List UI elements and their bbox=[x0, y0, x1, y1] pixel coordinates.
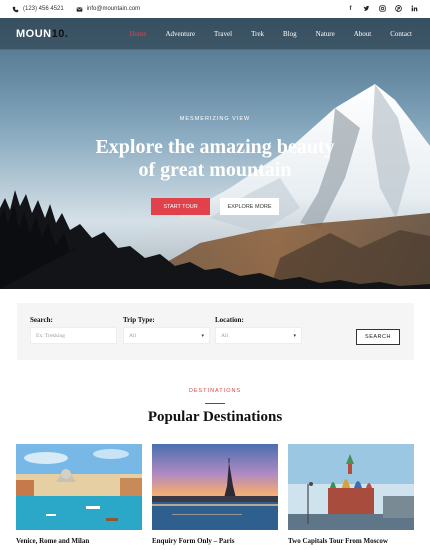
nav-item-blog[interactable]: Blog bbox=[283, 30, 297, 38]
section-divider bbox=[205, 403, 225, 404]
explore-more-button[interactable]: EXPLORE MORE bbox=[220, 198, 279, 215]
moscow-image[interactable] bbox=[288, 444, 414, 530]
card-title[interactable]: Enquiry Form Only – Paris bbox=[152, 537, 278, 545]
hero-title-line-2: of great mountain bbox=[138, 159, 292, 181]
nav-item-nature[interactable]: Nature bbox=[316, 30, 335, 38]
search-button[interactable]: SEARCH bbox=[356, 329, 400, 345]
mail-icon bbox=[76, 6, 83, 12]
card-title[interactable]: Two Capitals Tour From Moscow bbox=[288, 537, 414, 545]
nav-item-travel[interactable]: Travel bbox=[214, 30, 232, 38]
hero-section: MOUN10. Home Adventure Travel Trek Blog … bbox=[0, 18, 430, 289]
search-field-group: Search: Ex: Trekking bbox=[30, 316, 117, 344]
nav-item-trek[interactable]: Trek bbox=[251, 30, 264, 38]
search-label: Search: bbox=[30, 316, 53, 324]
social-links: f bbox=[347, 4, 418, 14]
chevron-down-icon: ▾ bbox=[201, 333, 204, 339]
email-contact[interactable]: info@mountain.com bbox=[76, 6, 140, 13]
location-label: Location: bbox=[215, 316, 244, 324]
site-logo[interactable]: MOUN10. bbox=[16, 28, 68, 40]
hero-buttons: START TOUR EXPLORE MORE bbox=[0, 198, 430, 215]
phone-contact[interactable]: (123) 456 4521 bbox=[12, 6, 64, 13]
search-input[interactable]: Ex: Trekking bbox=[30, 327, 117, 344]
nav-item-home[interactable]: Home bbox=[129, 30, 146, 38]
destination-card[interactable]: Two Capitals Tour From Moscow bbox=[288, 444, 414, 545]
destination-card[interactable]: Venice, Rome and Milan bbox=[16, 444, 142, 545]
destinations-title: Popular Destinations bbox=[147, 409, 283, 425]
nav-item-about[interactable]: About bbox=[354, 30, 372, 38]
location-field-group: Location: All ▾ bbox=[215, 316, 302, 344]
trip-type-field-group: Trip Type: All ▾ bbox=[123, 316, 210, 344]
pinterest-icon[interactable] bbox=[395, 4, 402, 14]
start-tour-button[interactable]: START TOUR bbox=[151, 198, 210, 215]
nav-item-adventure[interactable]: Adventure bbox=[166, 30, 196, 38]
trip-type-label: Trip Type: bbox=[123, 316, 155, 324]
nav-menu: Home Adventure Travel Trek Blog Nature A… bbox=[129, 30, 412, 38]
linkedin-icon[interactable] bbox=[411, 5, 418, 14]
hero-eyebrow: MESMERIZING VIEW bbox=[179, 116, 251, 122]
top-bar: (123) 456 4521 info@mountain.com f bbox=[0, 0, 430, 18]
facebook-icon[interactable]: f bbox=[347, 6, 354, 12]
hero-title: Explore the amazing beauty of great moun… bbox=[0, 136, 430, 182]
phone-number: (123) 456 4521 bbox=[23, 6, 64, 12]
search-panel: Search: Ex: Trekking Trip Type: All ▾ Loc… bbox=[17, 303, 414, 360]
instagram-icon[interactable] bbox=[379, 4, 386, 14]
destinations-eyebrow: DESTINATIONS bbox=[188, 388, 242, 394]
card-title[interactable]: Venice, Rome and Milan bbox=[16, 537, 142, 545]
venice-image[interactable] bbox=[16, 444, 142, 530]
paris-image[interactable] bbox=[152, 444, 278, 530]
twitter-icon[interactable] bbox=[363, 5, 370, 14]
contact-info: (123) 456 4521 info@mountain.com bbox=[12, 6, 140, 13]
nav-item-contact[interactable]: Contact bbox=[390, 30, 412, 38]
email-address: info@mountain.com bbox=[86, 6, 141, 12]
chevron-down-icon: ▾ bbox=[293, 333, 296, 339]
location-select[interactable]: All ▾ bbox=[215, 327, 302, 344]
main-navigation: MOUN10. Home Adventure Travel Trek Blog … bbox=[0, 18, 430, 50]
phone-icon bbox=[12, 6, 19, 12]
trip-type-select[interactable]: All ▾ bbox=[123, 327, 210, 344]
hero-title-line-1: Explore the amazing beauty bbox=[95, 136, 335, 158]
destination-card[interactable]: Enquiry Form Only – Paris bbox=[152, 444, 278, 545]
hero-content: MESMERIZING VIEW Explore the amazing bea… bbox=[0, 116, 430, 215]
